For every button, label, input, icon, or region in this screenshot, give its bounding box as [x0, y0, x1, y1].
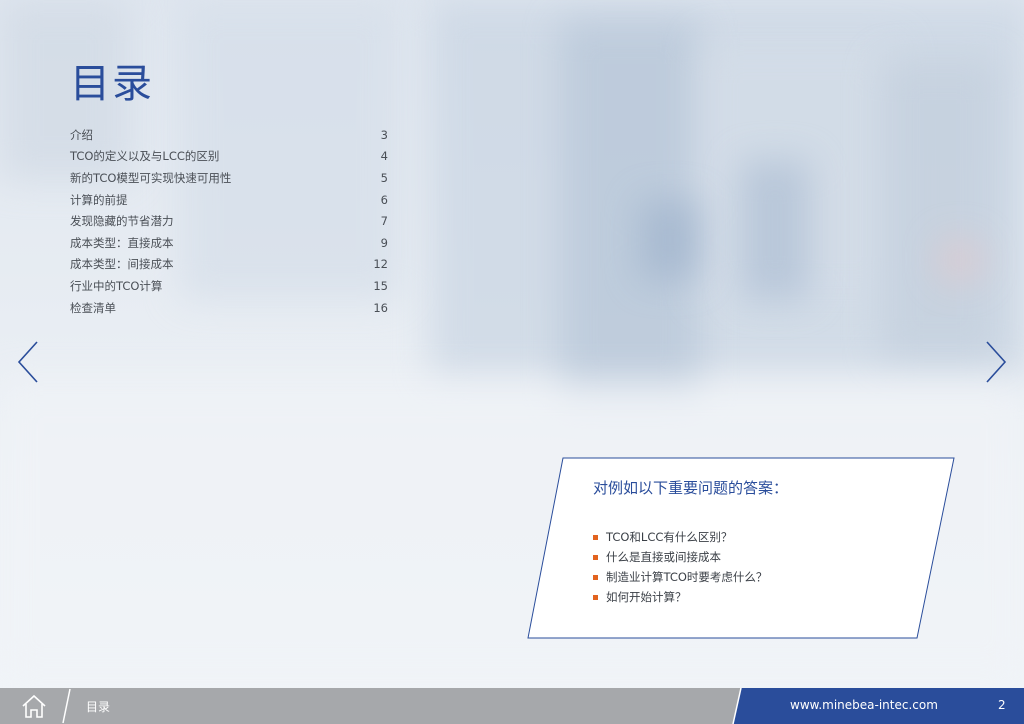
home-icon [22, 694, 46, 718]
questions-box: 对例如以下重要问题的答案： TCO和LCC有什么区别？ 什么是直接或间接成本 制… [527, 457, 955, 640]
toc-item[interactable]: 新的TCO模型可实现快速可用性 5 [70, 167, 388, 189]
toc-item-page: 4 [380, 149, 388, 164]
toc-item-page: 12 [373, 257, 388, 272]
toc-item[interactable]: 计算的前提 6 [70, 189, 388, 211]
toc-item-page: 7 [380, 214, 388, 229]
toc-item-label: 计算的前提 [70, 192, 128, 207]
toc-item-label: 成本类型：直接成本 [70, 235, 174, 250]
page-number: 2 [998, 698, 1006, 712]
footer-bar: 目录 www.minebea-intec.com 2 [0, 688, 1024, 724]
chevron-left-icon [17, 341, 38, 383]
chevron-right-icon [986, 341, 1007, 383]
toc-item[interactable]: 检查清单 16 [70, 297, 388, 319]
toc-item-page: 9 [380, 235, 388, 250]
next-page-button[interactable] [984, 340, 1008, 384]
footer-section-link[interactable]: 目录 [86, 698, 110, 715]
bullet-icon [593, 594, 598, 600]
toc-item-page: 15 [373, 278, 388, 293]
toc-item[interactable]: 行业中的TCO计算 15 [70, 275, 388, 297]
toc-item-page: 5 [380, 170, 388, 185]
question-item: 什么是直接或间接成本 [593, 547, 767, 567]
toc-item-page: 6 [380, 192, 388, 207]
toc-item-page: 16 [373, 300, 388, 315]
toc-item-label: TCO的定义以及与LCC的区别 [70, 149, 220, 164]
previous-page-button[interactable] [16, 340, 40, 384]
questions-list: TCO和LCC有什么区别？ 什么是直接或间接成本 制造业计算TCO时要考虑什么？… [593, 527, 767, 607]
question-text: 制造业计算TCO时要考虑什么？ [606, 570, 768, 584]
bullet-icon [593, 534, 598, 540]
website-link[interactable]: www.minebea-intec.com [790, 698, 938, 712]
question-item: 制造业计算TCO时要考虑什么？ [593, 567, 767, 587]
toc-item[interactable]: 成本类型：间接成本 12 [70, 254, 388, 276]
question-text: TCO和LCC有什么区别？ [606, 530, 733, 544]
question-text: 什么是直接或间接成本 [606, 550, 721, 564]
home-button[interactable] [20, 693, 48, 719]
toc-item-label: 新的TCO模型可实现快速可用性 [70, 170, 232, 185]
toc-item[interactable]: 介绍 3 [70, 124, 388, 146]
toc-item[interactable]: 发现隐藏的节省潜力 7 [70, 210, 388, 232]
bullet-icon [593, 554, 598, 560]
page-title: 目录 [70, 61, 154, 107]
toc-item-label: 行业中的TCO计算 [70, 278, 163, 293]
bullet-icon [593, 574, 598, 580]
toc-item[interactable]: 成本类型：直接成本 9 [70, 232, 388, 254]
question-item: TCO和LCC有什么区别？ [593, 527, 767, 547]
question-text: 如何开始计算？ [606, 590, 687, 604]
toc-item-label: 介绍 [70, 127, 93, 142]
questions-title: 对例如以下重要问题的答案： [593, 479, 789, 497]
toc-item[interactable]: TCO的定义以及与LCC的区别 4 [70, 146, 388, 168]
toc-item-label: 发现隐藏的节省潜力 [70, 214, 174, 229]
question-item: 如何开始计算？ [593, 587, 767, 607]
table-of-contents: 介绍 3 TCO的定义以及与LCC的区别 4 新的TCO模型可实现快速可用性 5… [70, 124, 388, 318]
toc-item-page: 3 [380, 127, 388, 142]
toc-item-label: 检查清单 [70, 300, 116, 315]
toc-item-label: 成本类型：间接成本 [70, 257, 174, 272]
